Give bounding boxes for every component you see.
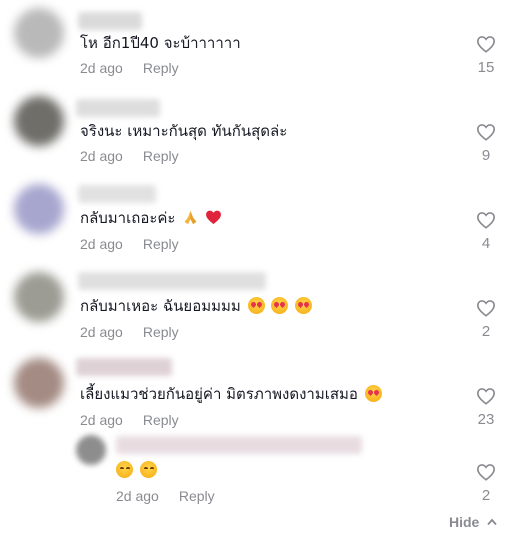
comment-meta: 2d ago Reply	[80, 236, 179, 252]
reply-button[interactable]: Reply	[143, 412, 179, 428]
like-button[interactable]: 23	[471, 387, 501, 429]
reply-button[interactable]: Reply	[143, 236, 179, 252]
avatar[interactable]	[14, 184, 64, 234]
comment-meta: 2d ago Reply	[80, 148, 179, 164]
avatar[interactable]	[14, 358, 64, 408]
comment-text-content: กลับมาเหอะ ฉันยอมมมม	[80, 297, 241, 315]
username[interactable]	[78, 12, 142, 30]
like-button[interactable]: 2	[471, 463, 501, 505]
comment-time: 2d ago	[80, 236, 123, 252]
reply-button[interactable]: Reply	[143, 324, 179, 340]
comment-meta: 2d ago Reply	[116, 488, 215, 504]
heart-outline-icon	[476, 300, 496, 317]
like-button[interactable]: 4	[471, 211, 501, 253]
chevron-up-icon	[487, 518, 497, 526]
like-count: 4	[481, 235, 491, 252]
like-count: 23	[477, 411, 495, 428]
comment-time: 2d ago	[80, 412, 123, 428]
comment-text: กลับมาเถอะค่ะ	[80, 208, 222, 228]
comment-text: โห อีก1ปี40 จะบ้าาาาาา	[80, 34, 241, 52]
comment-text	[116, 460, 157, 480]
heart-eyes-emoji-icon	[364, 385, 382, 402]
comment-time: 2d ago	[80, 148, 123, 164]
folded-hands-icon	[184, 210, 197, 225]
like-count: 15	[477, 59, 495, 76]
avatar[interactable]	[76, 435, 106, 465]
heart-outline-icon	[476, 36, 496, 53]
comment-text: เลี้ยงแมวช่วยกันอยู่ค่า มิตรภาพงดงามเสมอ	[80, 384, 382, 404]
heart-outline-icon	[476, 388, 496, 405]
comment-text: จริงนะ เหมาะกันสุด ทันกันสุดล่ะ	[80, 122, 288, 140]
heart-outline-icon	[476, 212, 496, 229]
username[interactable]	[78, 185, 156, 203]
reply-button[interactable]: Reply	[143, 60, 179, 76]
like-button[interactable]: 9	[471, 123, 501, 165]
avatar[interactable]	[14, 8, 64, 58]
username[interactable]	[76, 358, 172, 376]
heart-eyes-emoji-icon	[295, 297, 313, 314]
comment-text-content: กลับมาเถอะค่ะ	[80, 209, 176, 227]
reply-button[interactable]: Reply	[143, 148, 179, 164]
comment-meta: 2d ago Reply	[80, 60, 179, 76]
username[interactable]	[78, 272, 266, 290]
like-count: 9	[481, 147, 491, 164]
like-count: 2	[481, 487, 491, 504]
heart-eyes-emoji-icon	[271, 297, 289, 314]
smiling-face-emoji-icon	[116, 461, 133, 478]
like-button[interactable]: 2	[471, 299, 501, 341]
comment-text: กลับมาเหอะ ฉันยอมมมม	[80, 296, 313, 316]
comment-time: 2d ago	[116, 488, 159, 504]
avatar[interactable]	[14, 96, 64, 146]
username[interactable]	[116, 436, 362, 454]
smiling-face-emoji-icon	[139, 461, 157, 478]
hide-replies-button[interactable]: Hide	[449, 514, 497, 530]
comment-time: 2d ago	[80, 60, 123, 76]
username[interactable]	[76, 99, 160, 117]
avatar[interactable]	[14, 272, 64, 322]
like-button[interactable]: 15	[471, 35, 501, 77]
comment-time: 2d ago	[80, 324, 123, 340]
heart-outline-icon	[476, 464, 496, 481]
reply-button[interactable]: Reply	[179, 488, 215, 504]
comment-meta: 2d ago Reply	[80, 412, 179, 428]
like-count: 2	[481, 323, 491, 340]
hide-label: Hide	[449, 514, 480, 530]
red-heart-icon	[206, 210, 221, 225]
comment-text-content: เลี้ยงแมวช่วยกันอยู่ค่า มิตรภาพงดงามเสมอ	[80, 385, 358, 403]
heart-eyes-emoji-icon	[247, 297, 265, 314]
heart-outline-icon	[476, 124, 496, 141]
comment-meta: 2d ago Reply	[80, 324, 179, 340]
